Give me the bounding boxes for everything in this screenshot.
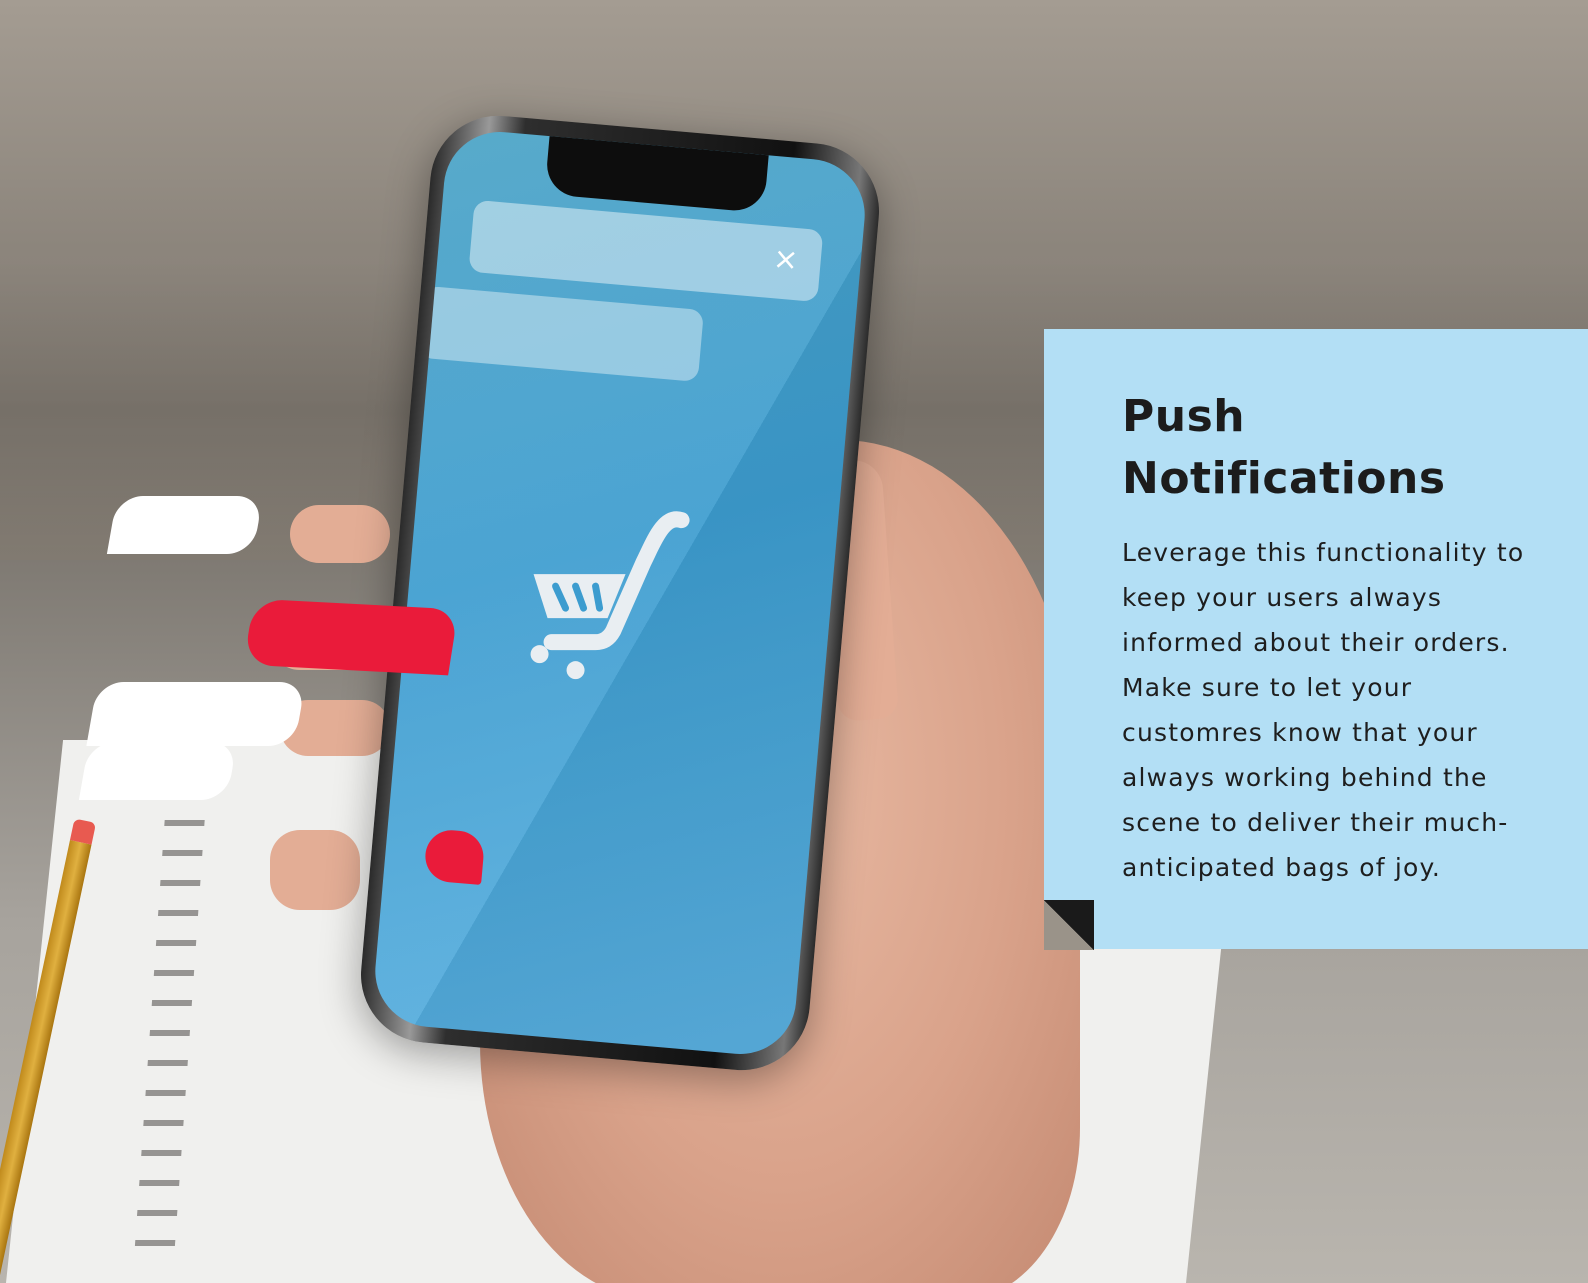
- feature-title: Push Notifications: [1122, 386, 1542, 510]
- shopping-cart-icon: [530, 511, 690, 680]
- decorative-bar: [78, 742, 238, 800]
- close-icon[interactable]: ×: [769, 241, 802, 278]
- finger-image: [270, 830, 360, 910]
- notification-card-secondary[interactable]: [418, 285, 704, 382]
- notification-card[interactable]: ×: [468, 199, 824, 303]
- phone-screen: ×: [370, 127, 870, 1059]
- phone-notch: [544, 130, 770, 214]
- feature-description: Leverage this functionality to keep your…: [1122, 538, 1525, 882]
- finger-image: [290, 505, 390, 563]
- smartphone-mockup: ×: [355, 110, 885, 1076]
- feature-title-line-1: Push: [1122, 391, 1246, 442]
- feature-title-line-2: Notifications: [1122, 453, 1446, 504]
- chat-bubble-icon: [423, 828, 486, 885]
- decorative-bar: [86, 682, 306, 746]
- decorative-bar-red: [243, 598, 459, 676]
- decorative-bar: [106, 496, 264, 554]
- panel-fold-shadow: [1044, 900, 1094, 950]
